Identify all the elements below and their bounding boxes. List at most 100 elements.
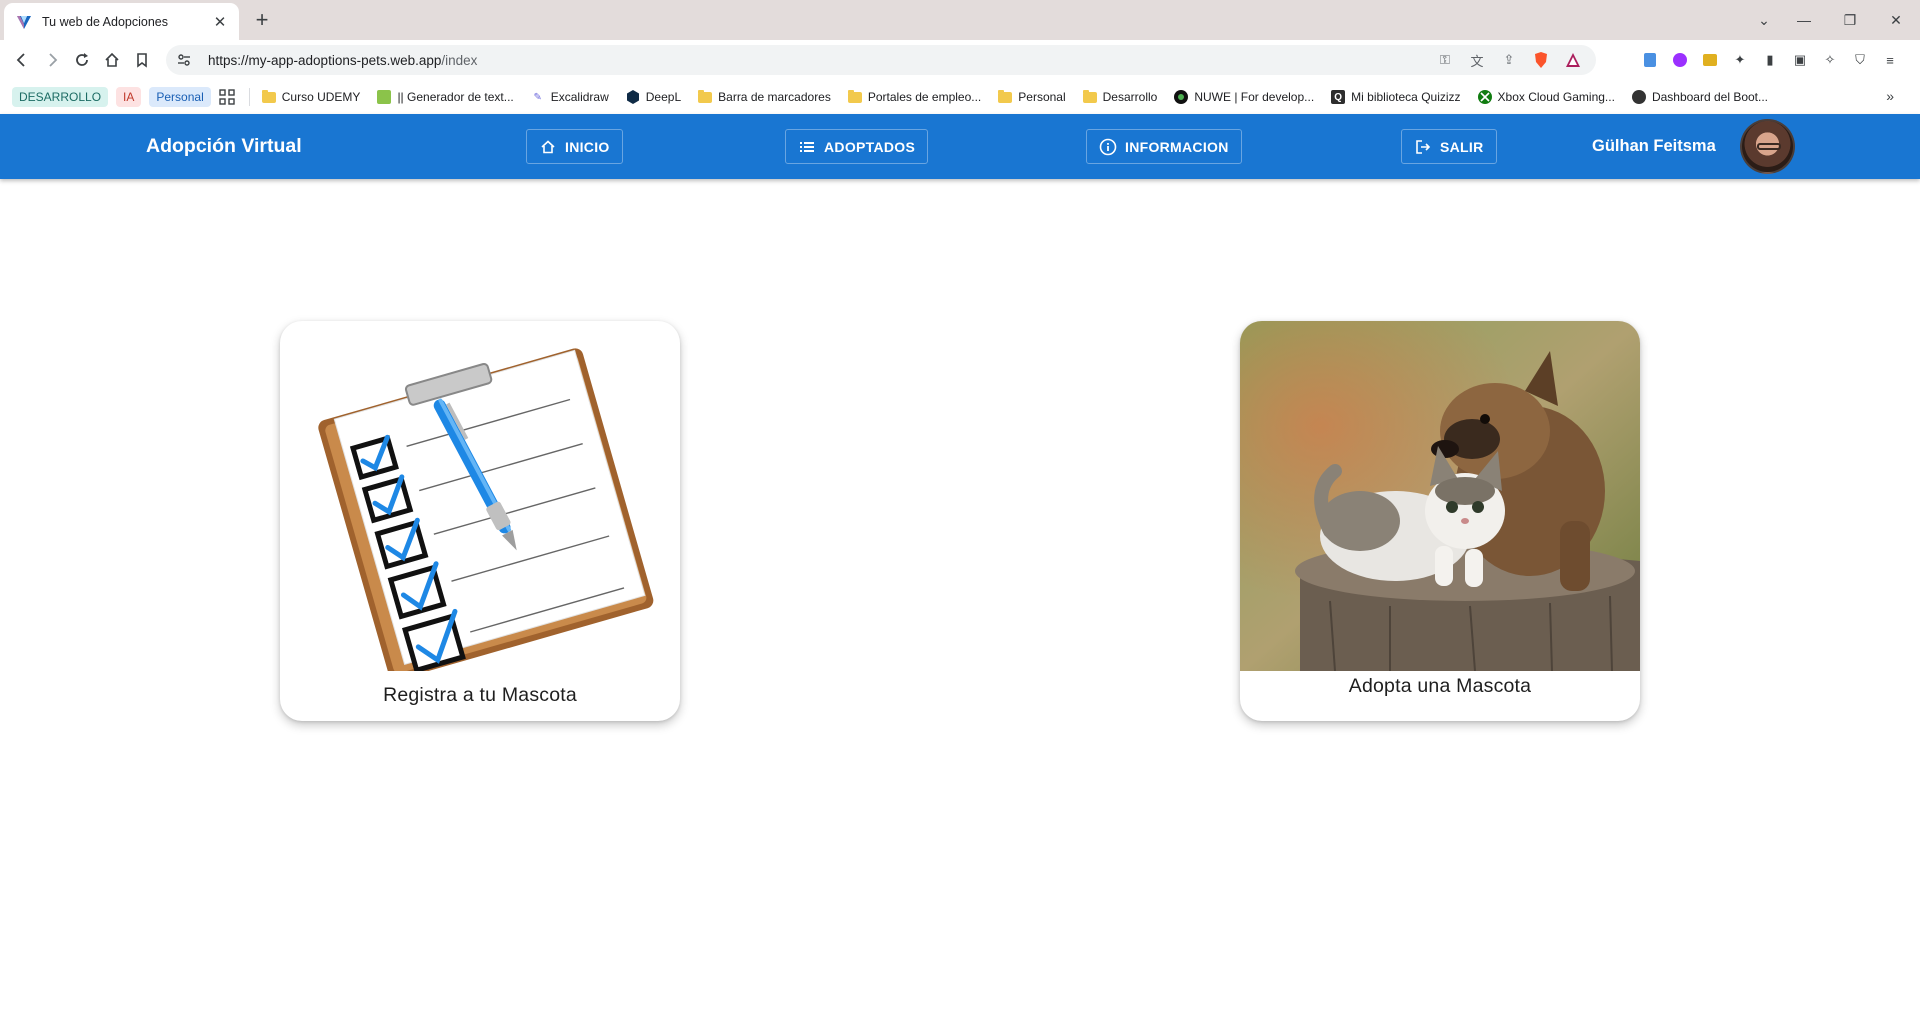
tab-close-icon[interactable]: ✕	[211, 13, 229, 31]
bookmark-deepl[interactable]: DeepL	[626, 90, 681, 104]
back-icon[interactable]	[8, 46, 36, 74]
bookmark-label: Curso UDEMY	[281, 90, 361, 104]
forward-icon[interactable]	[38, 46, 66, 74]
translate-icon[interactable]: 文	[1466, 51, 1488, 69]
quizizz-icon: Q	[1331, 90, 1346, 104]
minimize-icon[interactable]: —	[1784, 6, 1824, 34]
nav-salir-button[interactable]: SALIR	[1401, 129, 1497, 164]
bookmark-barra-marcadores[interactable]: Barra de marcadores	[698, 89, 831, 104]
avatar[interactable]	[1740, 119, 1795, 174]
menu-hamburger-icon[interactable]: ≡	[1880, 50, 1900, 70]
bookmark-icon[interactable]	[128, 46, 156, 74]
app-brand-title[interactable]: Adopción Virtual	[146, 135, 302, 158]
restore-icon[interactable]: ❐	[1830, 6, 1870, 34]
url-host: https://my-app-adoptions-pets.web.app	[208, 52, 442, 68]
info-icon	[1099, 138, 1117, 156]
bookmark-excalidraw[interactable]: ✎ Excalidraw	[531, 90, 609, 104]
new-tab-icon[interactable]: +	[248, 6, 276, 34]
avatar-glasses	[1757, 143, 1781, 150]
nav-adoptados-button[interactable]: ADOPTADOS	[785, 129, 929, 164]
nav-adoptados-label: ADOPTADOS	[824, 138, 916, 155]
tab-title: Tu web de Adopciones	[42, 14, 169, 29]
bookmark-nuwe[interactable]: NUWE | For develop...	[1174, 90, 1314, 104]
nav-informacion-button[interactable]: INFORMACION	[1086, 129, 1242, 164]
bookmark-label: Mi biblioteca Quizizz	[1351, 90, 1461, 104]
vuetify-favicon-icon	[16, 14, 32, 30]
bookmark-xbox[interactable]: Xbox Cloud Gaming...	[1477, 90, 1615, 104]
bookmark-label: NUWE | For develop...	[1194, 90, 1315, 104]
clipboard-checklist-icon	[318, 348, 654, 671]
bookmark-curso-udemy[interactable]: Curso UDEMY	[261, 89, 361, 104]
bookmarks-divider	[248, 88, 250, 106]
bookmark-personal[interactable]: Personal	[998, 89, 1066, 104]
folder-icon	[998, 89, 1013, 104]
sidebar-toggle-icon[interactable]: ▮	[1760, 50, 1780, 70]
wallet-icon[interactable]: ▣	[1790, 50, 1810, 70]
bookmarks-bar: DESARROLLO IA Personal Curso UDEMY || Ge…	[0, 80, 1920, 114]
bookmark-quizizz[interactable]: Q Mi biblioteca Quizizz	[1331, 90, 1461, 104]
bookmark-label: Portales de empleo...	[867, 90, 982, 104]
share-icon[interactable]: ⇪	[1498, 51, 1520, 69]
extension-purple-icon[interactable]	[1670, 50, 1690, 70]
adopt-pet-caption: Adopta una Mascota	[1348, 675, 1532, 697]
extension-reader-icon[interactable]	[1640, 50, 1660, 70]
bookmark-group-ia[interactable]: IA	[116, 87, 142, 107]
bookmark-desarrollo[interactable]: Desarrollo	[1082, 89, 1158, 104]
leo-ai-icon[interactable]: ✧	[1820, 50, 1840, 70]
register-pet-caption: Registra a tu Mascota	[383, 684, 577, 706]
register-pet-card[interactable]: Registra a tu Mascota	[280, 321, 680, 721]
bookmark-label: Dashboard del Boot...	[1651, 90, 1769, 104]
extensions-puzzle-icon[interactable]: ✦	[1730, 50, 1750, 70]
brave-rewards-icon[interactable]	[1562, 51, 1584, 69]
user-name: Gülhan Feitsma	[1592, 137, 1716, 155]
browser-tabstrip: Tu web de Adopciones ✕ + ⌄ — ❐ ✕	[0, 0, 1920, 40]
bookmark-label: || Generador de text...	[397, 90, 514, 104]
folder-icon	[1082, 89, 1097, 104]
bookmark-label: Personal	[1018, 90, 1066, 104]
xbox-icon	[1477, 90, 1492, 104]
nav-inicio-button[interactable]: INICIO	[526, 129, 623, 164]
url-path: /index	[441, 52, 478, 68]
bookmark-label: Xbox Cloud Gaming...	[1497, 90, 1615, 104]
puppy-kitten-photo	[1240, 321, 1640, 671]
bookmark-generador[interactable]: || Generador de text...	[377, 90, 514, 104]
apps-grid-icon[interactable]	[219, 89, 235, 105]
folder-icon	[698, 89, 713, 104]
logout-icon	[1414, 138, 1432, 156]
bookmark-portales-empleo[interactable]: Portales de empleo...	[847, 89, 982, 104]
home-icon	[539, 138, 557, 156]
bookmark-label: Barra de marcadores	[718, 90, 831, 104]
bookmark-label: Excalidraw	[550, 90, 609, 104]
nuwe-icon	[1174, 90, 1189, 104]
bookmark-group-personal[interactable]: Personal	[149, 87, 211, 107]
browser-toolbar: https://my-app-adoptions-pets.web.app/in…	[0, 40, 1920, 80]
list-icon	[798, 138, 816, 156]
tab-search-chevron-icon[interactable]: ⌄	[1744, 6, 1784, 34]
close-window-icon[interactable]: ✕	[1876, 6, 1916, 34]
folder-icon	[847, 89, 862, 104]
bookmark-label: Desarrollo	[1102, 90, 1158, 104]
nav-informacion-label: INFORMACION	[1125, 138, 1229, 155]
brave-shield-icon[interactable]	[1530, 51, 1552, 69]
vpn-shield-icon[interactable]: ⛉	[1850, 50, 1870, 70]
site-settings-icon[interactable]	[176, 51, 194, 69]
nav-salir-label: SALIR	[1440, 138, 1484, 155]
nav-inicio-label: INICIO	[565, 138, 610, 155]
bookmark-label: DeepL	[645, 90, 682, 104]
generator-icon	[377, 90, 392, 104]
url-text: https://my-app-adoptions-pets.web.app/in…	[208, 53, 477, 68]
browser-tab[interactable]: Tu web de Adopciones ✕	[4, 3, 239, 40]
password-key-icon[interactable]: ⚿	[1434, 51, 1456, 69]
adopt-pet-card[interactable]: Adopta una Mascota	[1240, 321, 1640, 721]
app-navbar: Adopción Virtual INICIO ADOPTADOS INFORM…	[0, 114, 1920, 179]
home-icon[interactable]	[98, 46, 126, 74]
reload-icon[interactable]	[68, 46, 96, 74]
extension-yellow-icon[interactable]	[1700, 50, 1720, 70]
address-bar[interactable]: https://my-app-adoptions-pets.web.app/in…	[166, 45, 1596, 75]
bookmark-dashboard-bootcamp[interactable]: Dashboard del Boot...	[1631, 90, 1769, 104]
excalidraw-icon: ✎	[533, 91, 542, 103]
folder-icon	[261, 89, 276, 104]
deepl-icon	[626, 90, 640, 104]
bookmarks-overflow-chevron-icon[interactable]: »	[1886, 88, 1894, 104]
bookmark-group-desarrollo[interactable]: DESARROLLO	[12, 87, 109, 107]
